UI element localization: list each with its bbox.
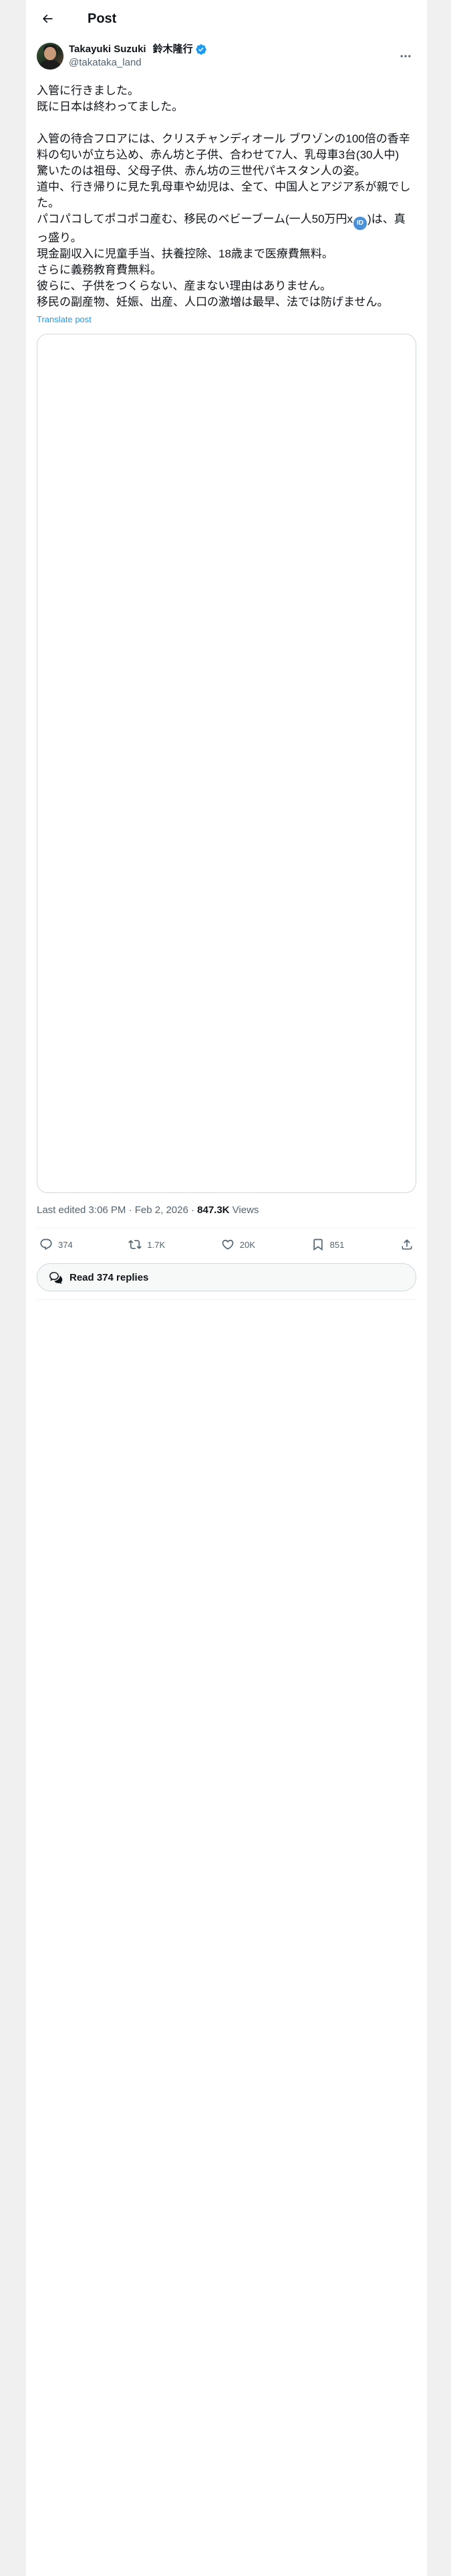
bookmark-icon	[313, 1239, 323, 1251]
repost-icon	[128, 1240, 142, 1249]
post-line: 既に日本は終わってました。	[37, 100, 184, 113]
post-line: さらに義務教育費無料。	[37, 263, 162, 276]
more-dots-icon	[400, 55, 411, 58]
bookmark-button[interactable]: 851	[311, 1238, 345, 1251]
post-line: 入管に行きました。	[37, 84, 139, 97]
repost-button[interactable]: 1.7K	[128, 1238, 165, 1251]
bookmark-count: 851	[329, 1239, 345, 1250]
read-replies-button[interactable]: Read 374 replies	[37, 1263, 416, 1291]
reply-icon	[40, 1239, 52, 1251]
reply-button[interactable]: 374	[39, 1238, 73, 1251]
back-button[interactable]	[37, 8, 58, 29]
share-icon	[402, 1239, 412, 1250]
share-button[interactable]	[400, 1238, 414, 1251]
like-count: 20K	[239, 1239, 255, 1250]
reply-count: 374	[58, 1239, 73, 1250]
post-line: 彼らに、子供をつくらない、産まない理由はありません。	[37, 280, 331, 292]
heart-icon	[222, 1239, 234, 1250]
post-line: 道中、行き帰りに見た乳母車や幼児は、全て、中国人とアジア系が親でした。	[37, 181, 411, 209]
views-label: Views	[229, 1204, 259, 1216]
author-row: Takayuki Suzuki 鈴木隆行 @takataka_land	[37, 37, 416, 75]
like-button[interactable]: 20K	[221, 1238, 255, 1251]
page-title: Post	[88, 11, 117, 26]
views-count: 847.3K	[197, 1204, 230, 1216]
author-handle[interactable]: @takataka_land	[69, 56, 207, 70]
author-name-line[interactable]: Takayuki Suzuki 鈴木隆行	[69, 43, 207, 56]
author-japanese-name[interactable]: 鈴木隆行	[153, 43, 193, 56]
media-placeholder[interactable]	[37, 334, 416, 1193]
verified-badge-icon[interactable]	[195, 43, 207, 56]
back-arrow-icon	[42, 14, 53, 23]
main-column: Post Takayuki Suzuki 鈴木隆行 @takataka_land…	[25, 0, 428, 2576]
post: Takayuki Suzuki 鈴木隆行 @takataka_land 入管に行…	[26, 37, 427, 1300]
post-line: 驚いたのは祖母、父母子供、赤ん坊の三世代パキスタン人の姿。	[37, 165, 366, 177]
author-info: Takayuki Suzuki 鈴木隆行 @takataka_land	[69, 43, 207, 70]
post-line: 現金副収入に児童手当、扶養控除、18歳まで医療費無料。	[37, 247, 333, 260]
author-display-name[interactable]: Takayuki Suzuki	[69, 43, 146, 56]
post-timestamp[interactable]: Last edited 3:06 PM · Feb 2, 2026 ·	[37, 1204, 197, 1216]
translate-post-link[interactable]: Translate post	[37, 314, 92, 324]
avatar[interactable]	[37, 43, 63, 70]
chat-bubbles-icon	[49, 1272, 63, 1284]
divider	[37, 1299, 416, 1300]
id-emoji-icon: ID	[353, 217, 367, 230]
top-bar: Post	[26, 0, 427, 37]
repost-count: 1.7K	[147, 1239, 166, 1250]
post-meta: Last edited 3:06 PM · Feb 2, 2026 · 847.…	[37, 1204, 416, 1217]
post-line: パコパコしてポコポコ産む、移民のベビーブーム(一人50万円x	[37, 213, 353, 225]
post-line: 移民の副産物、妊娠、出産、人口の激増は最早、法では防げません。	[37, 296, 389, 308]
read-replies-label: Read 374 replies	[69, 1271, 149, 1283]
more-options-button[interactable]	[395, 45, 416, 67]
post-text: 入管に行きました。 既に日本は終わってました。 入管の待合フロアには、クリスチャ…	[37, 83, 416, 310]
post-line: 入管の待合フロアには、クリスチャンディオール ブワゾンの100倍の香辛料の匂いが…	[37, 132, 410, 161]
action-bar: 374 1.7K 20K 851	[37, 1228, 416, 1261]
